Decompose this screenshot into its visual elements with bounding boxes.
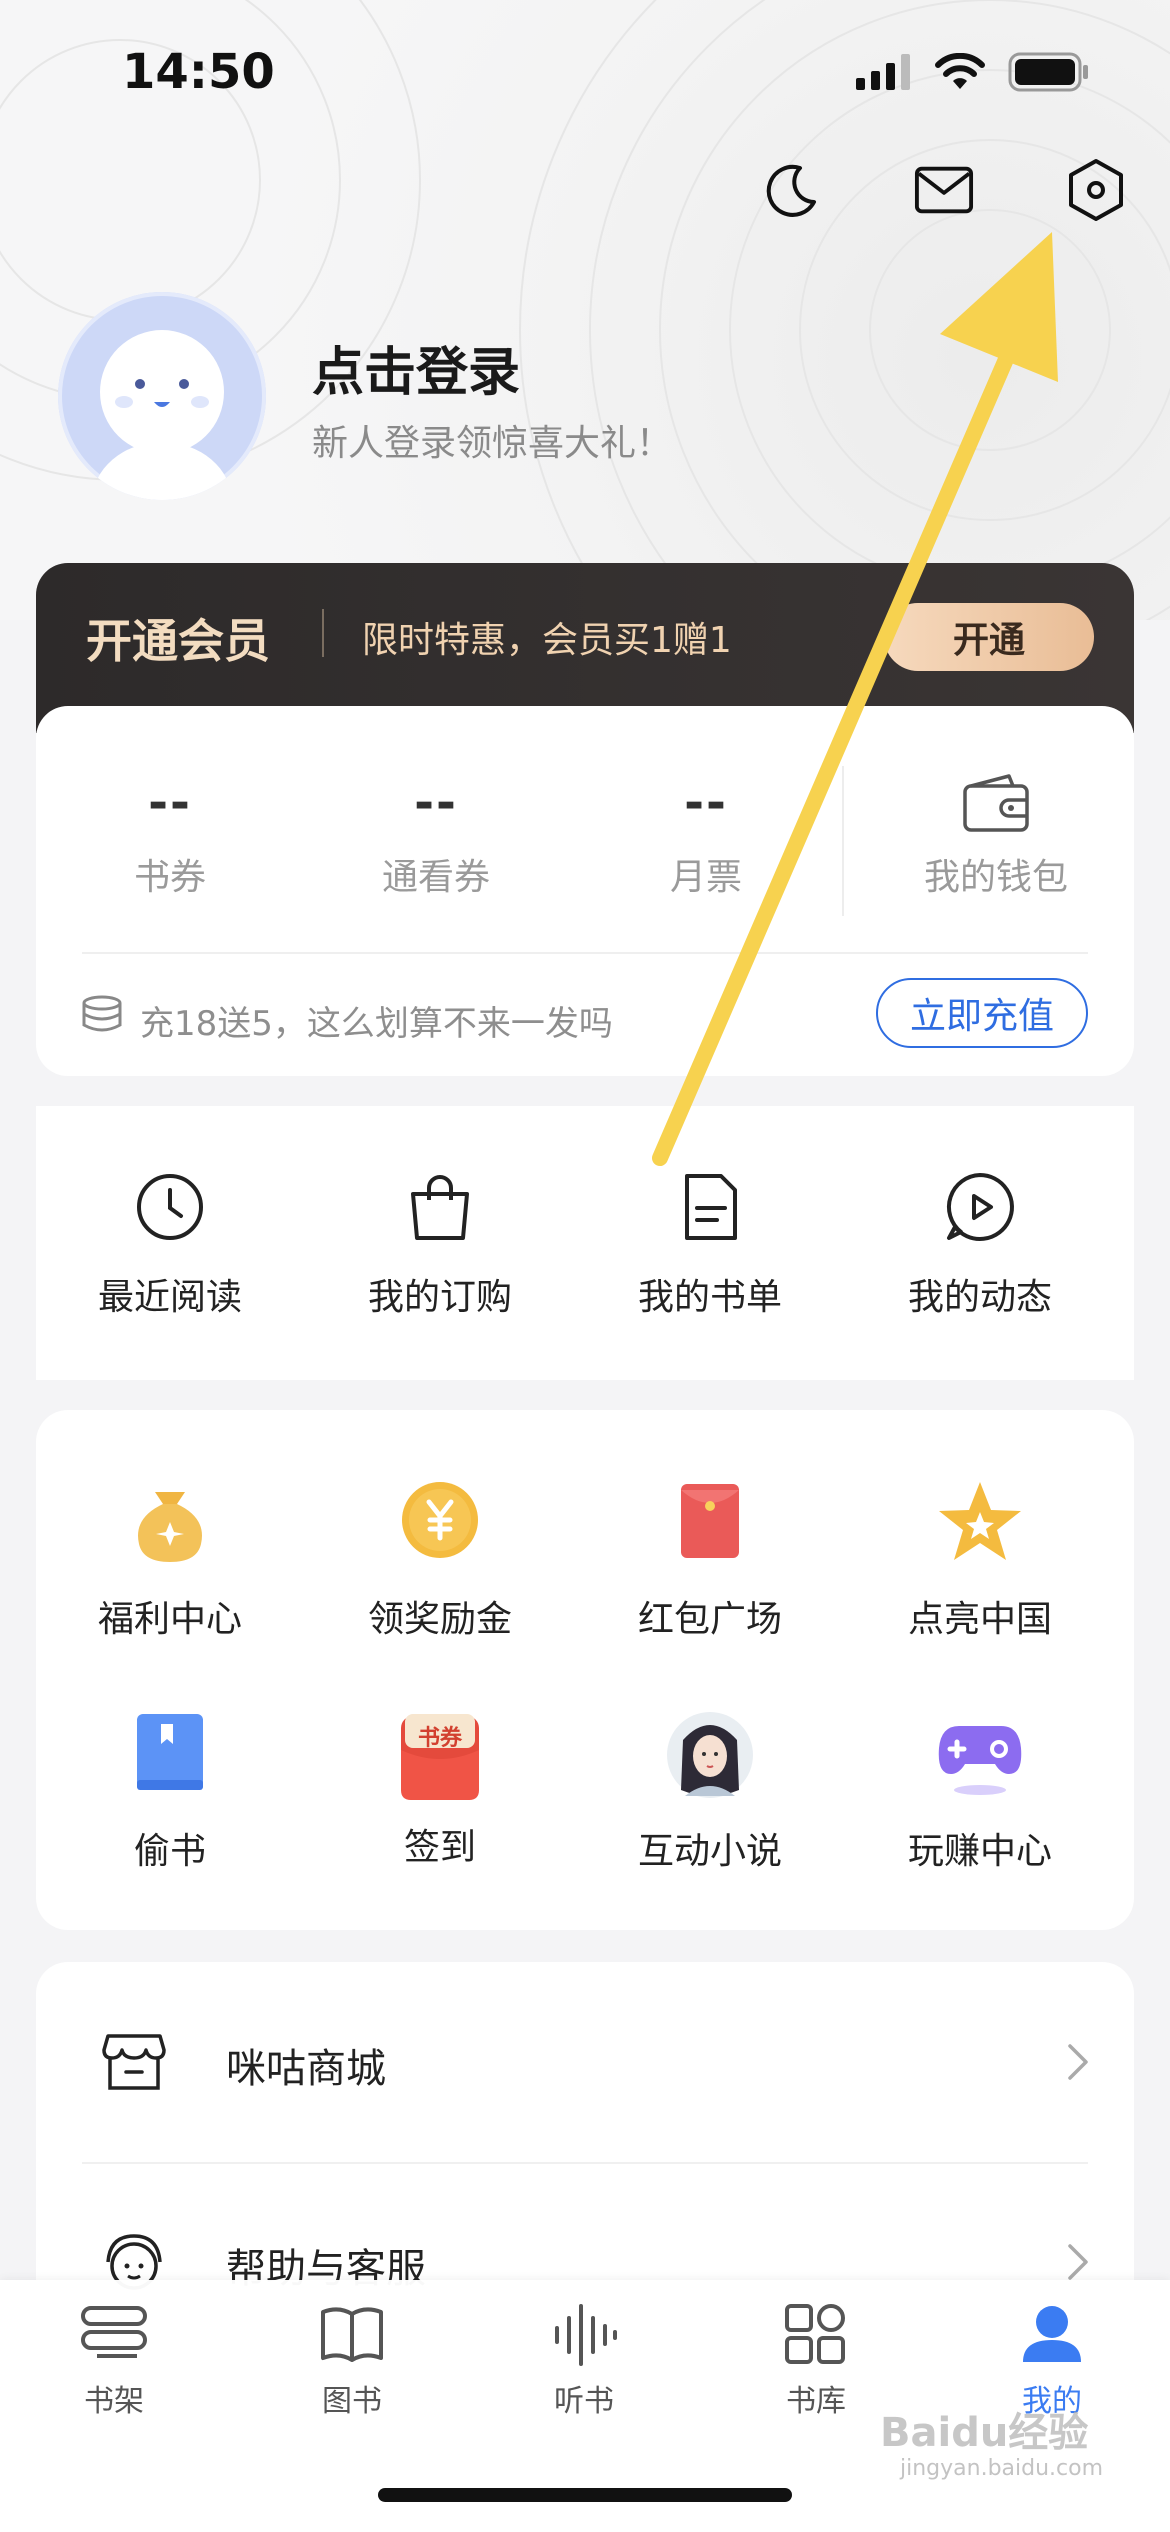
bag-icon [411, 1175, 469, 1240]
asset-value: -- [684, 775, 728, 831]
service-label: 偷书 [133, 1831, 206, 1872]
quick-my-orders[interactable]: 我的订购 [330, 1170, 550, 1320]
avatar[interactable] [58, 292, 266, 500]
night-mode-icon[interactable] [762, 160, 822, 220]
quick-entries-card: 最近阅读 我的订购 我的书单 我的动态 [36, 1106, 1134, 1380]
asset-separator [842, 766, 844, 916]
blue-book-icon [137, 1714, 203, 1790]
coupon-icon: 书券 [395, 1710, 485, 1800]
battery-icon [1008, 52, 1088, 92]
home-indicator [378, 2488, 792, 2502]
wallet-label: 我的钱包 [923, 857, 1068, 898]
recharge-button[interactable]: 立即充值 [876, 978, 1088, 1048]
service-steal-book[interactable]: 偷书 [60, 1710, 280, 1874]
service-interactive-novel[interactable]: 互动小说 [600, 1710, 820, 1874]
menu-card: 咪咕商城 帮助与客服 [36, 1962, 1134, 2302]
service-label: 玩赚中心 [907, 1831, 1052, 1872]
service-label: 互动小说 [637, 1831, 782, 1872]
quick-my-booklist[interactable]: 我的书单 [600, 1170, 820, 1320]
watermark: Baidu经验 [880, 2410, 1089, 2456]
asset-book-coupon[interactable]: -- 书券 [60, 768, 280, 900]
assets-card: -- 书券 -- 通看券 -- 月票 我的钱包 充18送5，这么划算不来一发吗 … [36, 706, 1134, 1076]
service-check-in[interactable]: 书券 签到 [330, 1710, 550, 1870]
service-reward-money[interactable]: 领奖励金 [330, 1478, 550, 1642]
services-card: 福利中心 领奖励金 红包广场 点亮中国 偷书 书券 签到 互动小说 玩赚中心 [36, 1410, 1134, 1930]
login-subtitle: 新人登录领惊喜大礼！ [312, 423, 673, 464]
asset-label: 书券 [133, 857, 206, 898]
divider [82, 952, 1088, 954]
quick-label: 我的书单 [637, 1277, 782, 1318]
tab-library[interactable]: 书库 [726, 2300, 906, 2420]
person-icon [1023, 2306, 1081, 2362]
wifi-icon [935, 53, 985, 89]
service-label: 领奖励金 [367, 1599, 512, 1640]
asset-monthly-ticket[interactable]: -- 月票 [596, 768, 816, 900]
quick-recent-reading[interactable]: 最近阅读 [60, 1170, 280, 1320]
status-time: 14:50 [122, 44, 275, 100]
vip-divider [322, 609, 324, 657]
character-avatar-icon [667, 1712, 753, 1798]
tab-bookshelf[interactable]: 书架 [24, 2300, 204, 2420]
asset-label: 通看券 [381, 857, 490, 898]
money-bag-icon [138, 1492, 202, 1562]
open-book-icon [321, 2307, 383, 2362]
menu-item-migu-mall[interactable]: 咪咕商城 [36, 1962, 1134, 2162]
top-actions [762, 159, 1126, 221]
chevron-right-icon [1068, 2044, 1088, 2080]
service-play-earn-center[interactable]: 玩赚中心 [870, 1710, 1090, 1874]
asset-label: 月票 [669, 857, 742, 898]
service-label: 点亮中国 [907, 1599, 1052, 1640]
shop-icon [102, 2034, 166, 2090]
clock-icon [137, 1174, 203, 1240]
watermark-url: jingyan.baidu.com [900, 2456, 1104, 2481]
coupon-badge-text: 书券 [417, 1726, 462, 1751]
coins-icon [82, 995, 122, 1032]
service-label: 红包广场 [637, 1599, 782, 1640]
play-bubble-icon [946, 1173, 1014, 1241]
service-welfare-center[interactable]: 福利中心 [60, 1478, 280, 1642]
signal-icon [856, 54, 910, 90]
tab-label: 书架 [84, 2384, 144, 2419]
vip-promo: 限时特惠，会员买1赠1 [362, 620, 732, 661]
asset-pass-coupon[interactable]: -- 通看券 [326, 768, 546, 900]
chevron-right-icon [1068, 2244, 1088, 2280]
service-label: 福利中心 [97, 1599, 242, 1640]
service-light-up-china[interactable]: 点亮中国 [870, 1478, 1090, 1642]
wallet-icon [886, 768, 1106, 838]
vip-open-button[interactable]: 开通 [884, 603, 1094, 671]
gamepad-icon [938, 1726, 1022, 1795]
login-title[interactable]: 点击登录 [312, 330, 520, 405]
service-red-envelope[interactable]: 红包广场 [600, 1478, 820, 1642]
mail-icon[interactable] [914, 160, 974, 220]
status-bar: 14:50 [0, 0, 1170, 150]
document-icon [685, 1174, 737, 1240]
star-icon [939, 1482, 1021, 1560]
tab-books[interactable]: 图书 [262, 2300, 442, 2420]
tab-label: 听书 [554, 2384, 614, 2419]
quick-label: 我的订购 [367, 1277, 512, 1318]
default-avatar-icon [92, 330, 232, 500]
red-envelope-icon [681, 1484, 739, 1558]
quick-label: 我的动态 [907, 1277, 1052, 1318]
soundwave-icon [555, 2304, 617, 2366]
bookshelf-icon [81, 2306, 147, 2358]
quick-label: 最近阅读 [97, 1277, 242, 1318]
settings-icon[interactable] [1066, 159, 1126, 221]
yuan-coin-icon [402, 1482, 478, 1558]
asset-value: -- [414, 775, 458, 831]
asset-value: -- [148, 775, 192, 831]
grid-icon [785, 2304, 845, 2364]
menu-label: 咪咕商城 [226, 2046, 386, 2092]
recharge-promo-text: 充18送5，这么划算不来一发吗 [140, 1004, 613, 1044]
quick-my-activity[interactable]: 我的动态 [870, 1170, 1090, 1320]
tab-audiobooks[interactable]: 听书 [494, 2300, 674, 2420]
status-icons [856, 52, 1090, 92]
tab-label: 书库 [786, 2384, 846, 2419]
tab-label: 图书 [322, 2384, 382, 2419]
vip-title: 开通会员 [86, 614, 270, 668]
service-label: 签到 [403, 1827, 476, 1868]
wallet-button[interactable]: 我的钱包 [886, 768, 1106, 900]
